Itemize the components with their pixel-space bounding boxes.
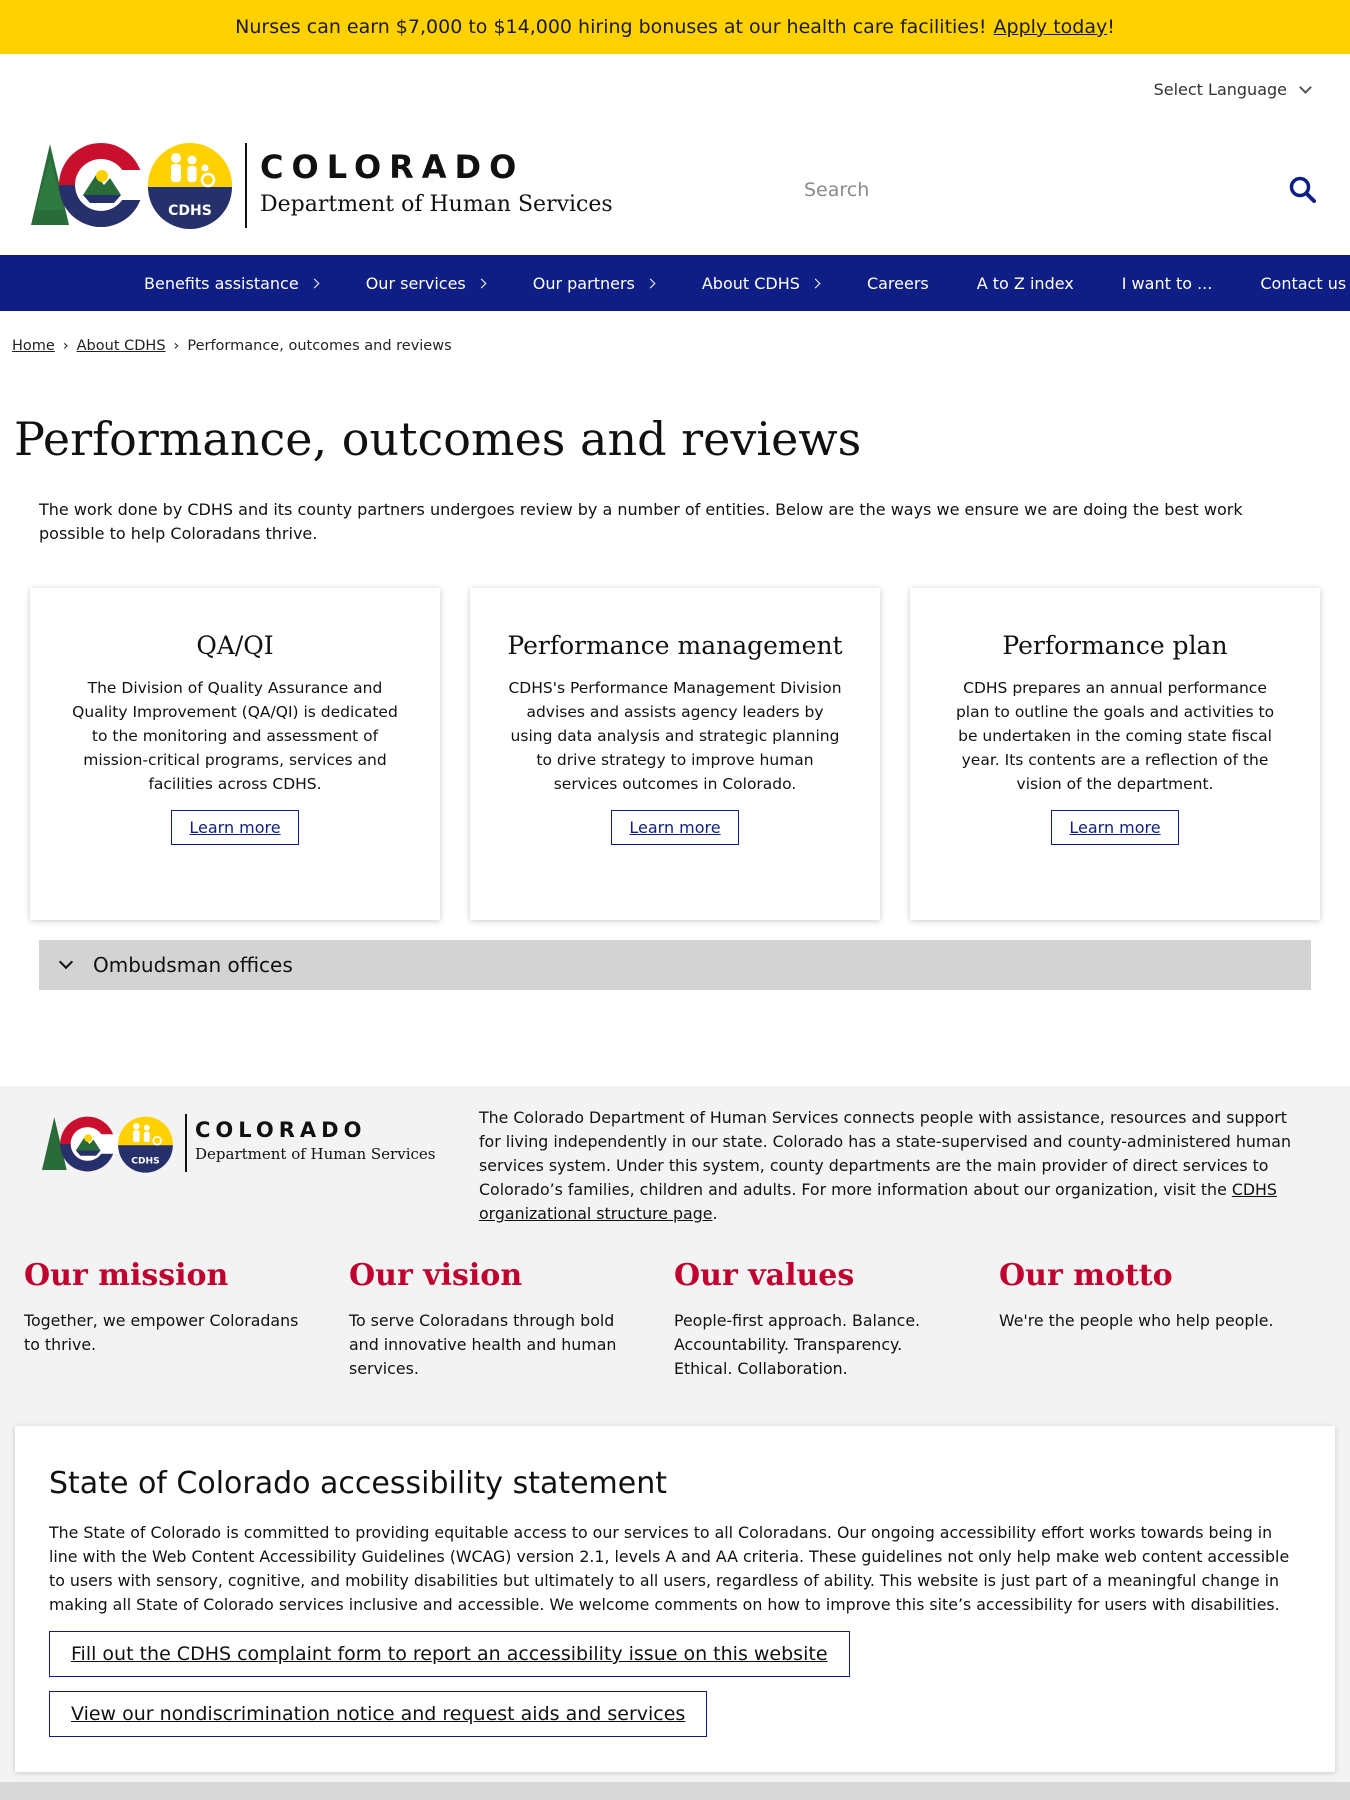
nav-item-benefits-assistance[interactable]: Benefits assistance bbox=[144, 273, 320, 293]
mission-title: Our mission bbox=[24, 1258, 229, 1293]
footer-logo[interactable]: CDHS COLORADO Department of Human Servic… bbox=[40, 1112, 440, 1176]
cdhs-logo[interactable]: CDHS COLORADO Department of Human Servic… bbox=[28, 140, 628, 230]
card-performance-plan: Performance plan CDHS prepares an annual… bbox=[910, 588, 1320, 920]
nav-item-careers[interactable]: Careers bbox=[867, 274, 929, 293]
vision-block: Our vision To serve Coloradans through b… bbox=[349, 1258, 674, 1381]
site-header: CDHS COLORADO Department of Human Servic… bbox=[28, 140, 1320, 230]
chevron-down-icon bbox=[1299, 80, 1312, 94]
card-body: CDHS's Performance Management Division a… bbox=[508, 679, 842, 793]
breadcrumb-separator: › bbox=[62, 338, 69, 354]
nav-item-label: Careers bbox=[866, 273, 929, 293]
logo-text: COLORADO Department of Human Services bbox=[260, 148, 613, 217]
nav-item-label: Benefits assistance bbox=[144, 273, 299, 293]
vision-body: To serve Coloradans through bold and inn… bbox=[349, 1311, 617, 1378]
card-title: QA/QI bbox=[196, 631, 274, 660]
page-intro: The work done by CDHS and its county par… bbox=[39, 500, 1243, 543]
nav-item-contact-us[interactable]: Contact us bbox=[1260, 274, 1346, 293]
chevron-right-icon bbox=[309, 278, 320, 288]
values-title: Our values bbox=[674, 1258, 855, 1293]
logo-state-name: COLORADO bbox=[195, 1118, 367, 1142]
breadcrumb: Home › About CDHS › Performance, outcome… bbox=[12, 338, 452, 354]
breadcrumb-home-link[interactable]: Home bbox=[12, 338, 55, 354]
colorado-c-logo-icon: CDHS bbox=[31, 143, 232, 229]
breadcrumb-current: Performance, outcomes and reviews bbox=[187, 338, 452, 354]
footer-logo-text: COLORADO Department of Human Services bbox=[195, 1118, 435, 1163]
nav-item-label: I want to ... bbox=[1121, 273, 1213, 293]
breadcrumb-about-link[interactable]: About CDHS bbox=[77, 338, 166, 354]
language-label: Select Language bbox=[1153, 80, 1287, 99]
card-qa-qi: QA/QI The Division of Quality Assurance … bbox=[30, 588, 440, 920]
footer-about-body: The Colorado Department of Human Service… bbox=[479, 1108, 1291, 1199]
nav-item-about-cdhs[interactable]: About CDHS bbox=[701, 273, 821, 293]
search-input[interactable] bbox=[800, 170, 1320, 210]
logo-divider bbox=[185, 1114, 187, 1172]
site-footer: CDHS COLORADO Department of Human Servic… bbox=[0, 1086, 1350, 1800]
logo-department-name: Department of Human Services bbox=[260, 192, 613, 217]
chevron-right-icon bbox=[476, 278, 487, 288]
footer-values: Our mission Together, we empower Colorad… bbox=[24, 1258, 1324, 1381]
nav-item-our-services[interactable]: Our services bbox=[365, 273, 487, 293]
values-body: People-first approach. Balance. Accounta… bbox=[674, 1311, 921, 1378]
learn-more-button[interactable]: Learn more bbox=[1051, 810, 1179, 845]
motto-block: Our motto We're the people who help peop… bbox=[999, 1258, 1324, 1381]
card-body: The Division of Quality Assurance and Qu… bbox=[72, 679, 398, 793]
values-block: Our values People-first approach. Balanc… bbox=[674, 1258, 999, 1381]
svg-text:CDHS: CDHS bbox=[131, 1157, 159, 1167]
accessibility-complaint-button[interactable]: Fill out the CDHS complaint form to repo… bbox=[49, 1631, 850, 1677]
search-box bbox=[800, 170, 1320, 210]
breadcrumb-separator: › bbox=[173, 338, 180, 354]
motto-body: We're the people who help people. bbox=[999, 1311, 1274, 1330]
accessibility-statement: State of Colorado accessibility statemen… bbox=[15, 1426, 1335, 1772]
language-selector[interactable]: Select Language bbox=[1153, 80, 1312, 99]
colorado-c-logo-icon: CDHS bbox=[41, 1116, 173, 1173]
card-body: CDHS prepares an annual performance plan… bbox=[955, 679, 1275, 793]
nav-item-label: A to Z index bbox=[976, 273, 1074, 293]
chevron-right-icon bbox=[810, 278, 821, 288]
logo-divider bbox=[245, 143, 247, 228]
alert-text: Nurses can earn $7,000 to $14,000 hiring… bbox=[235, 16, 987, 38]
accessibility-title: State of Colorado accessibility statemen… bbox=[49, 1466, 668, 1501]
logo-department-name: Department of Human Services bbox=[195, 1145, 436, 1163]
nondiscrimination-notice-button[interactable]: View our nondiscrimination notice and re… bbox=[49, 1691, 708, 1737]
apply-today-link[interactable]: Apply today bbox=[994, 16, 1108, 38]
learn-more-button[interactable]: Learn more bbox=[171, 810, 299, 845]
bottom-strip bbox=[0, 1782, 1350, 1800]
motto-title: Our motto bbox=[999, 1258, 1173, 1293]
page-title: Performance, outcomes and reviews bbox=[14, 412, 862, 466]
nav-item-label: Our services bbox=[365, 273, 466, 293]
ombudsman-offices-accordion[interactable]: Ombudsman offices bbox=[39, 940, 1311, 990]
nav-item-a-to-z-index[interactable]: A to Z index bbox=[977, 274, 1074, 293]
alert-suffix: ! bbox=[1107, 16, 1115, 38]
logo-state-name: COLORADO bbox=[260, 148, 525, 186]
mission-body: Together, we empower Coloradans to thriv… bbox=[24, 1311, 299, 1354]
chevron-right-icon bbox=[645, 278, 656, 288]
svg-text:CDHS: CDHS bbox=[168, 203, 212, 219]
search-icon[interactable] bbox=[1288, 175, 1318, 205]
footer-about-end: . bbox=[712, 1204, 718, 1223]
card-performance-management: Performance management CDHS's Performanc… bbox=[470, 588, 880, 920]
accordion-label: Ombudsman offices bbox=[93, 953, 293, 977]
nav-item-label: Contact us bbox=[1260, 273, 1347, 293]
hiring-alert-banner: Nurses can earn $7,000 to $14,000 hiring… bbox=[0, 0, 1350, 54]
main-nav: Benefits assistance Our services Our par… bbox=[0, 255, 1350, 311]
card-title: Performance plan bbox=[1002, 631, 1228, 660]
nav-item-label: About CDHS bbox=[701, 273, 800, 293]
nav-item-our-partners[interactable]: Our partners bbox=[532, 273, 656, 293]
chevron-down-icon bbox=[58, 954, 74, 970]
vision-title: Our vision bbox=[349, 1258, 523, 1293]
cards-grid: QA/QI The Division of Quality Assurance … bbox=[30, 588, 1320, 920]
nav-item-i-want-to[interactable]: I want to ... bbox=[1122, 274, 1213, 293]
accessibility-body: The State of Colorado is committed to pr… bbox=[49, 1523, 1290, 1614]
learn-more-button[interactable]: Learn more bbox=[611, 810, 739, 845]
mission-block: Our mission Together, we empower Colorad… bbox=[24, 1258, 349, 1381]
nav-item-label: Our partners bbox=[532, 273, 635, 293]
card-title: Performance management bbox=[507, 631, 843, 660]
footer-about-text: The Colorado Department of Human Service… bbox=[479, 1106, 1309, 1226]
